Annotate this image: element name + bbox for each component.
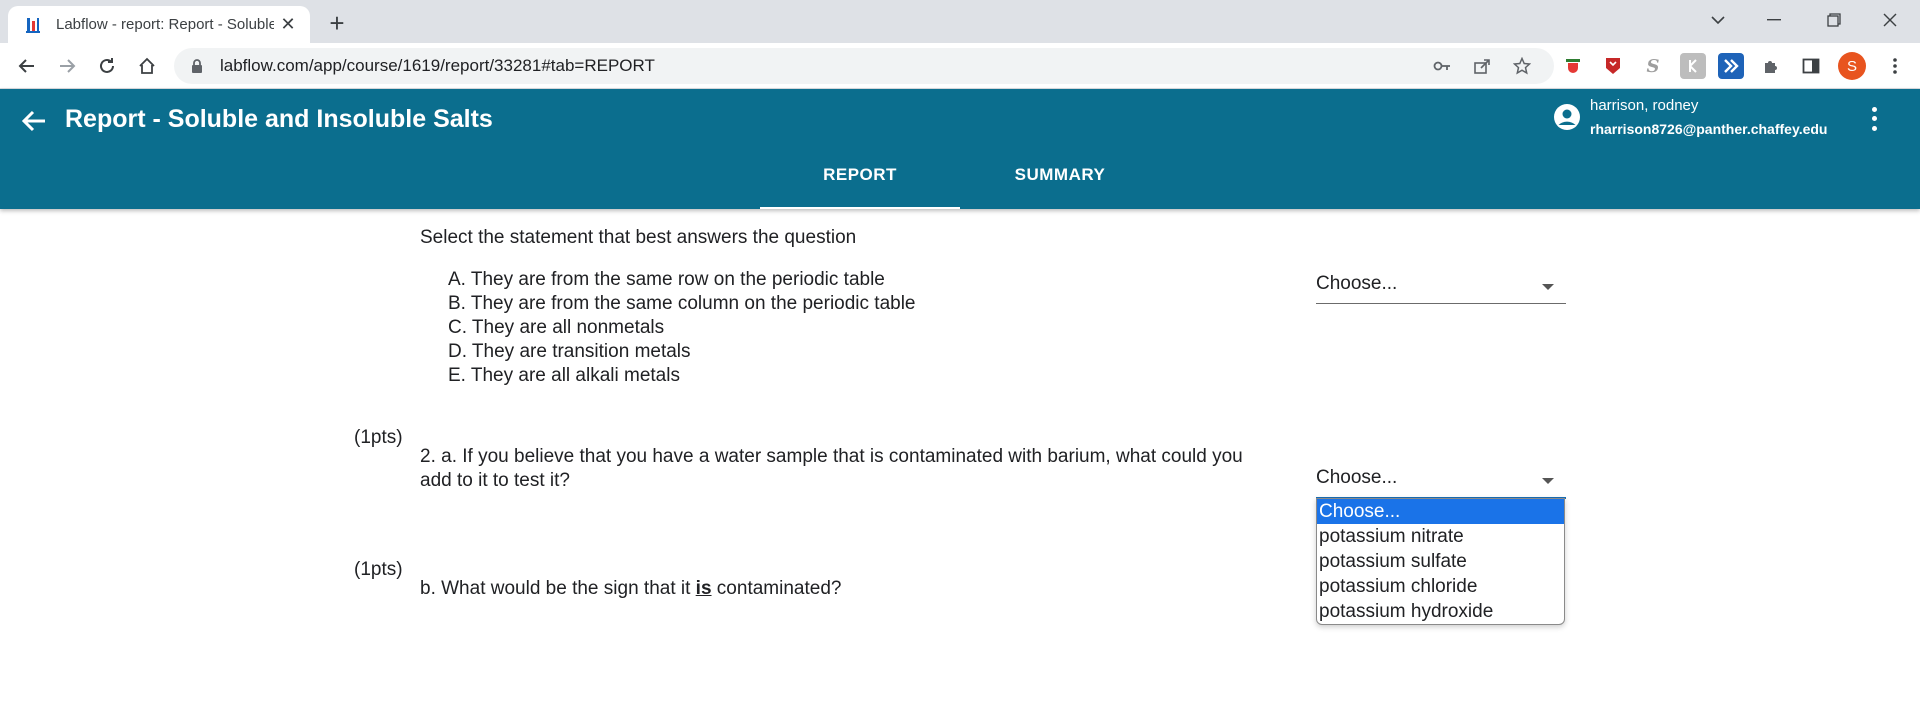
account-circle-icon xyxy=(1553,103,1581,131)
restore-button[interactable] xyxy=(1806,0,1862,40)
tab-close-icon[interactable]: ✕ xyxy=(278,14,298,35)
dropdown-option-potassium-chloride[interactable]: potassium chloride xyxy=(1317,574,1564,599)
extension-2-icon[interactable] xyxy=(1600,53,1626,79)
dropdown-option-potassium-sulfate[interactable]: potassium sulfate xyxy=(1317,549,1564,574)
question2a-answer-select[interactable]: Choose... xyxy=(1316,459,1566,499)
question1-prompt: Select the statement that best answers t… xyxy=(420,227,857,248)
report-content: Select the statement that best answers t… xyxy=(0,209,1920,712)
extension-5-icon[interactable] xyxy=(1718,53,1744,79)
window-close-button[interactable] xyxy=(1862,0,1918,40)
page-title: Report - Soluble and Insoluble Salts xyxy=(65,105,493,133)
back-arrow-icon[interactable] xyxy=(20,107,50,137)
question2b-points: (1pts) xyxy=(354,559,403,580)
dropdown-option-choose[interactable]: Choose... xyxy=(1317,499,1564,524)
more-options-icon[interactable] xyxy=(1862,105,1886,133)
tab-summary[interactable]: SUMMARY xyxy=(960,165,1160,209)
tab-report[interactable]: REPORT xyxy=(760,165,960,209)
browser-menu-icon[interactable] xyxy=(1882,53,1908,79)
dropdown-option-potassium-nitrate[interactable]: potassium nitrate xyxy=(1317,524,1564,549)
labflow-favicon-icon xyxy=(24,16,42,34)
side-panel-icon[interactable] xyxy=(1798,53,1824,79)
password-key-icon[interactable] xyxy=(1427,51,1457,81)
user-email: rharrison8726@panther.chaffey.edu xyxy=(1590,121,1828,137)
tab-search-icon[interactable] xyxy=(1690,0,1746,40)
app-header: Report - Soluble and Insoluble Salts har… xyxy=(0,89,1920,209)
dropdown-option-potassium-hydroxide[interactable]: potassium hydroxide xyxy=(1317,599,1564,624)
share-icon[interactable] xyxy=(1467,51,1497,81)
browser-tab-title: Labflow - report: Report - Soluble xyxy=(56,16,274,33)
home-icon[interactable] xyxy=(132,51,162,81)
question1-answer-select[interactable]: Choose... xyxy=(1316,264,1566,304)
question2b-text-after: contaminated? xyxy=(711,578,842,599)
question2b-text: b. What would be the sign that it is con… xyxy=(420,577,841,601)
question1-select-value: Choose... xyxy=(1316,272,1398,294)
question1-option-a: A. They are from the same row on the per… xyxy=(448,269,885,290)
new-tab-button[interactable]: + xyxy=(322,8,352,38)
question2a-points: (1pts) xyxy=(354,427,403,448)
url-text: labflow.com/app/course/1619/report/33281… xyxy=(220,56,655,75)
browser-tabstrip: Labflow - report: Report - Soluble ✕ + xyxy=(0,0,1920,43)
address-bar[interactable]: labflow.com/app/course/1619/report/33281… xyxy=(174,48,1554,84)
minimize-button[interactable] xyxy=(1746,0,1802,40)
forward-nav-icon[interactable] xyxy=(52,51,82,81)
extensions-puzzle-icon[interactable] xyxy=(1758,53,1784,79)
question1-option-b: B. They are from the same column on the … xyxy=(448,293,916,314)
question2b-text-before: b. What would be the sign that it xyxy=(420,578,696,599)
question1-option-d: D. They are transition metals xyxy=(448,341,691,362)
question1-option-c: C. They are all nonmetals xyxy=(448,317,665,338)
question2a-text-line1: 2. a. If you believe that you have a wat… xyxy=(420,446,1243,467)
question2a-dropdown-list: Choose... potassium nitrate potassium su… xyxy=(1316,498,1565,625)
question2b-text-emphasis: is xyxy=(695,578,712,599)
extension-1-icon[interactable] xyxy=(1560,53,1586,79)
bookmark-star-icon[interactable] xyxy=(1507,51,1537,81)
reload-icon[interactable] xyxy=(92,51,122,81)
browser-tab[interactable]: Labflow - report: Report - Soluble ✕ xyxy=(8,6,310,43)
extension-3-icon[interactable]: S xyxy=(1640,53,1666,79)
back-nav-icon[interactable] xyxy=(12,51,42,81)
question2a-select-value: Choose... xyxy=(1316,467,1398,488)
user-name: harrison, rodney xyxy=(1590,97,1699,114)
lock-icon xyxy=(190,58,206,74)
extension-4-icon[interactable] xyxy=(1680,53,1706,79)
question1-option-e: E. They are all alkali metals xyxy=(448,365,680,386)
question2a-text-line2: add to it to test it? xyxy=(420,470,570,491)
profile-avatar[interactable]: S xyxy=(1838,52,1866,80)
browser-toolbar: labflow.com/app/course/1619/report/33281… xyxy=(0,43,1920,89)
dropdown-caret-icon xyxy=(1542,478,1554,484)
dropdown-caret-icon xyxy=(1542,283,1554,290)
